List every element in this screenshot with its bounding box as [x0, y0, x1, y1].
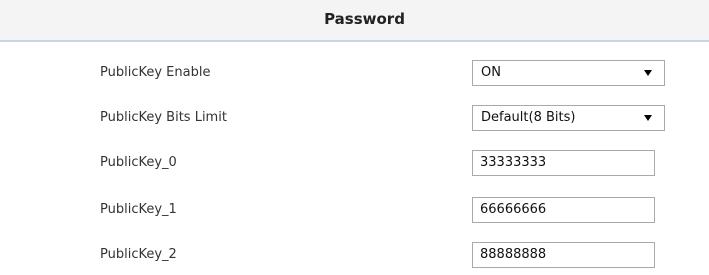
publickey-enable-label: PublicKey Enable — [100, 65, 211, 80]
publickey-1-label: PublicKey_1 — [100, 202, 177, 217]
publickey-2-input[interactable]: 88888888 — [472, 242, 655, 268]
row-publickey-enable: PublicKey Enable ON — [0, 54, 709, 92]
publickey-enable-value: ON — [481, 65, 501, 80]
row-publickey-1: PublicKey_1 66666666 — [0, 191, 709, 229]
password-settings-panel: Password PublicKey Enable ON PublicKey B… — [0, 0, 709, 275]
publickey-enable-select[interactable]: ON — [472, 60, 665, 86]
chevron-down-icon — [644, 115, 652, 121]
publickey-bits-limit-value: Default(8 Bits) — [481, 110, 576, 125]
row-publickey-0: PublicKey_0 33333333 — [0, 144, 709, 182]
section-header: Password — [0, 0, 709, 42]
chevron-down-icon — [644, 70, 652, 76]
publickey-1-input[interactable]: 66666666 — [472, 197, 655, 223]
publickey-0-input[interactable]: 33333333 — [472, 150, 655, 176]
publickey-bits-limit-label: PublicKey Bits Limit — [100, 110, 227, 125]
publickey-2-label: PublicKey_2 — [100, 247, 177, 262]
publickey-0-label: PublicKey_0 — [100, 155, 177, 170]
publickey-bits-limit-select[interactable]: Default(8 Bits) — [472, 105, 665, 131]
row-publickey-bits-limit: PublicKey Bits Limit Default(8 Bits) — [0, 99, 709, 137]
section-title: Password — [324, 10, 405, 28]
row-publickey-2: PublicKey_2 88888888 — [0, 236, 709, 274]
